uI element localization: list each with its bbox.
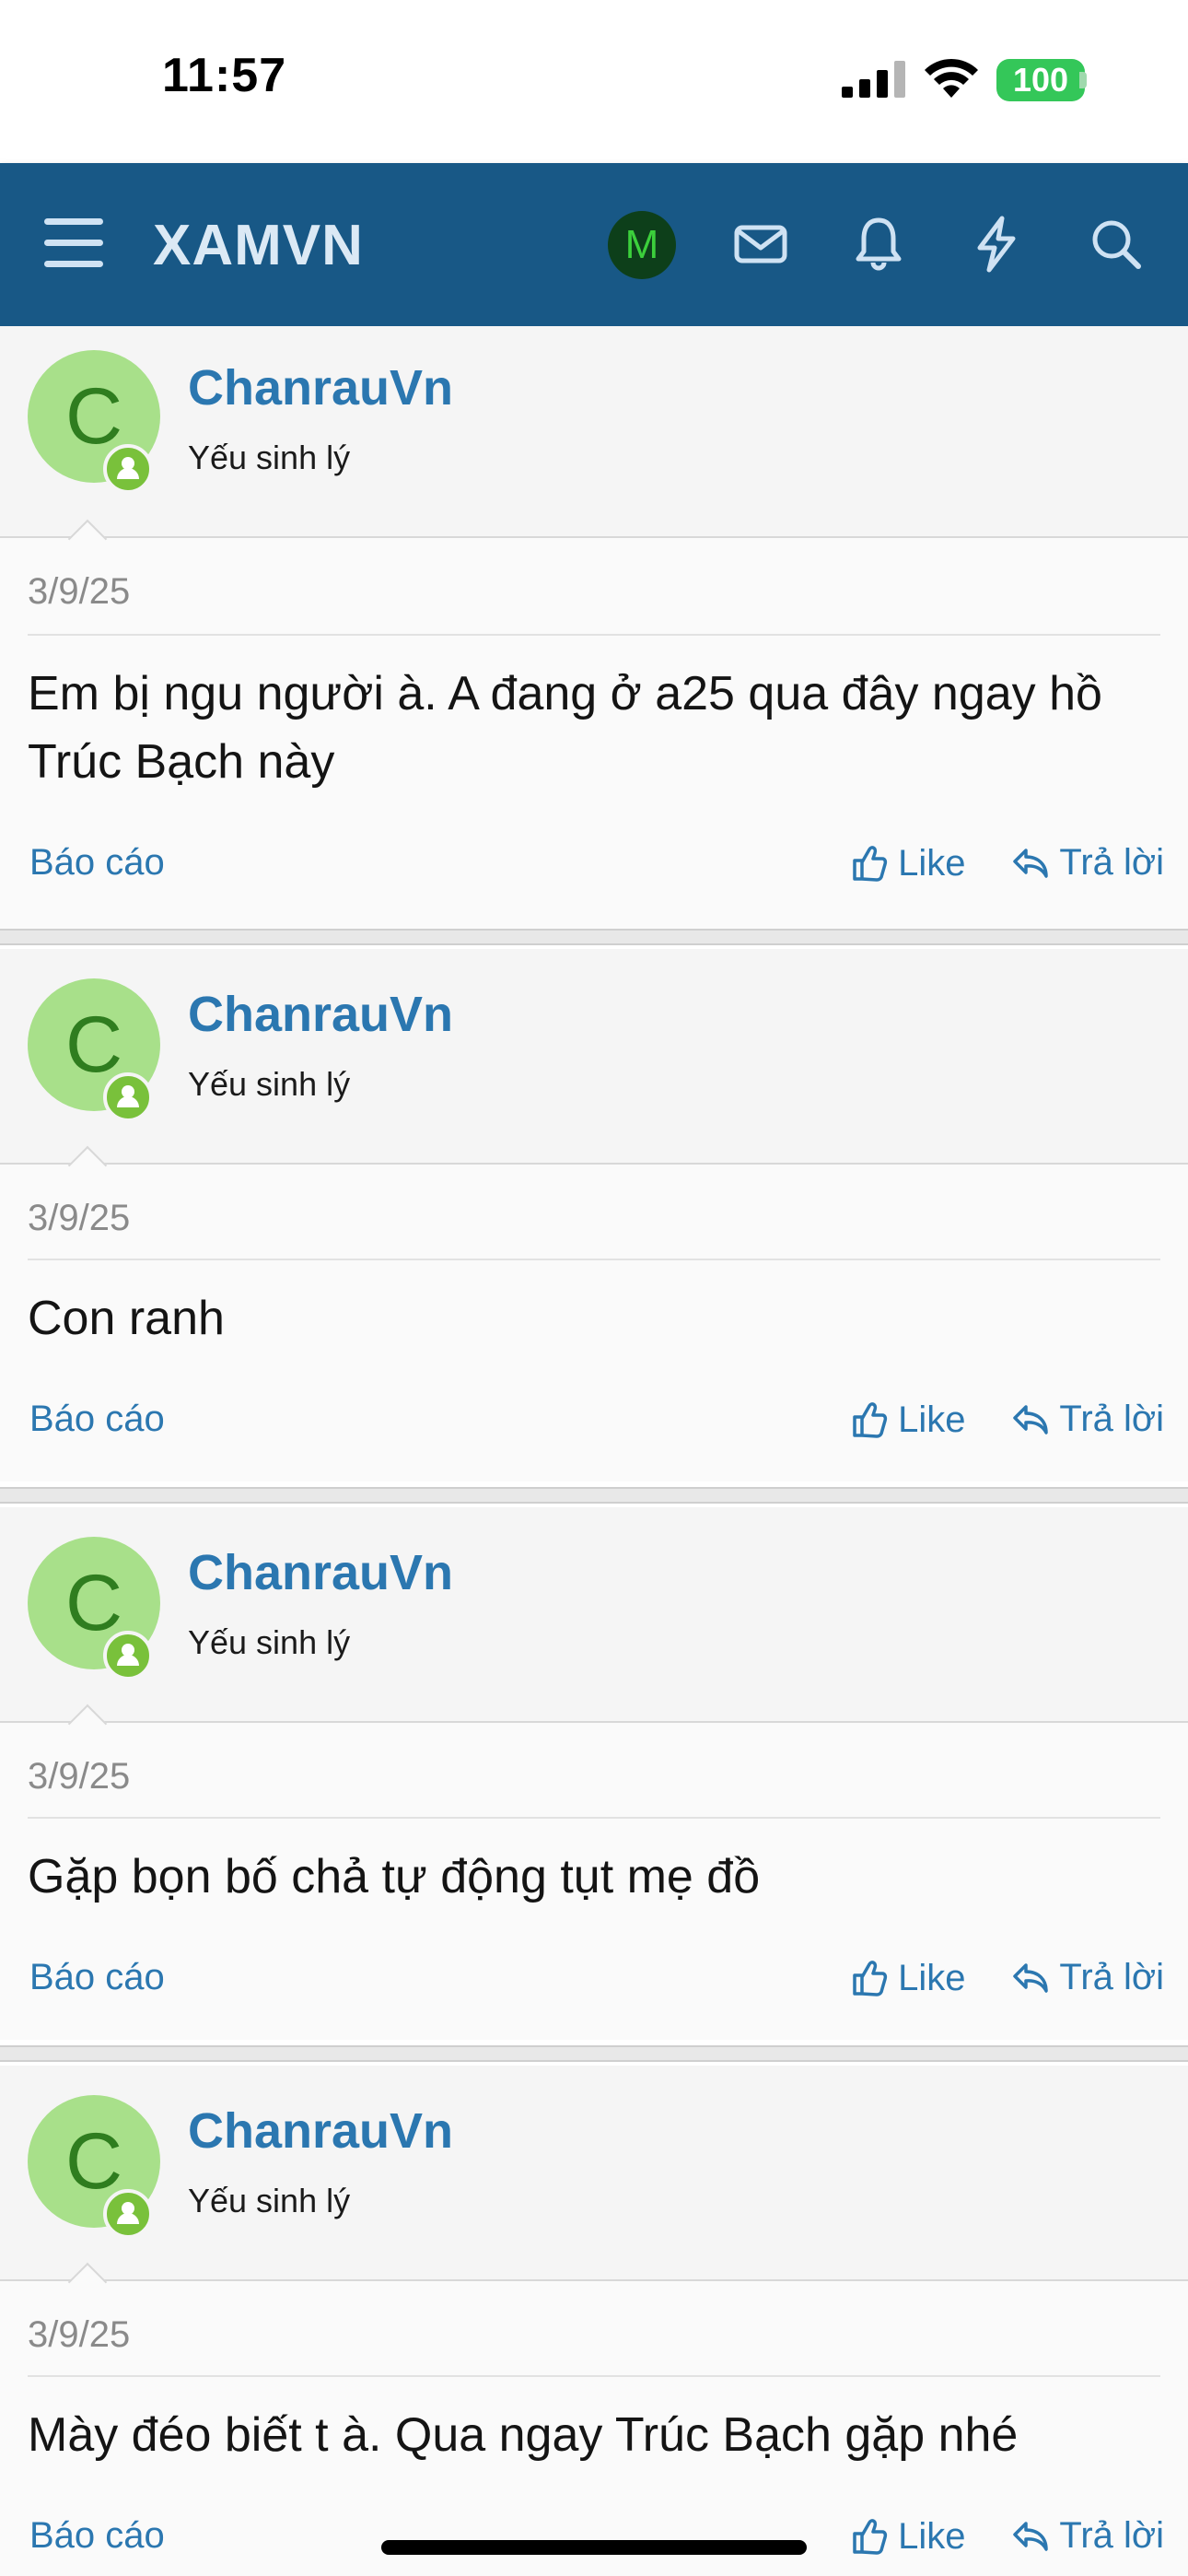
username[interactable]: ChanrauVn — [188, 986, 453, 1043]
like-button[interactable]: Like — [851, 1957, 966, 1999]
like-button[interactable]: Like — [851, 842, 966, 884]
reply-label: Trả lời — [1059, 1957, 1165, 1997]
battery-tip — [1079, 72, 1087, 88]
user-title: Yếu sinh lý — [188, 439, 351, 476]
post-header: C ChanrauVn Yếu sinh lý — [0, 2066, 1188, 2281]
username[interactable]: ChanrauVn — [188, 1544, 453, 1601]
reply-button[interactable]: Trả lời — [1011, 2515, 1164, 2557]
divider — [28, 1259, 1160, 1260]
post: C ChanrauVn Yếu sinh lý 3/9/25 Gặp bọn b… — [0, 1507, 1188, 2040]
reply-button[interactable]: Trả lời — [1011, 1399, 1164, 1440]
report-link[interactable]: Báo cáo — [29, 2515, 165, 2557]
post-date[interactable]: 3/9/25 — [28, 1198, 130, 1239]
divider — [28, 634, 1160, 636]
post-separator — [0, 1487, 1188, 1504]
post: C ChanrauVn Yếu sinh lý 3/9/25 Mày đéo b… — [0, 2066, 1188, 2576]
member-badge-icon — [103, 2189, 153, 2239]
wifi-icon — [925, 58, 978, 98]
member-badge-icon — [103, 444, 153, 494]
post-date[interactable]: 3/9/25 — [28, 571, 130, 613]
username[interactable]: ChanrauVn — [188, 359, 453, 416]
like-button[interactable]: Like — [851, 2515, 966, 2558]
post-message: Con ranh — [28, 1292, 225, 1345]
battery-indicator: 100 — [996, 59, 1085, 101]
reply-icon — [1013, 849, 1048, 878]
thumbs-up-icon — [853, 1961, 888, 1996]
post-body: 3/9/25 Con ranh Báo cáo Like Trả lời — [0, 1165, 1188, 1481]
like-label: Like — [898, 1958, 966, 1998]
reply-button[interactable]: Trả lời — [1011, 1957, 1164, 1998]
thumbs-up-icon — [853, 1402, 888, 1438]
reply-icon — [1013, 1963, 1048, 1993]
bell-icon[interactable] — [849, 215, 908, 274]
status-bar: 11:57 100 — [0, 0, 1188, 163]
post-date[interactable]: 3/9/25 — [28, 1756, 130, 1797]
home-indicator[interactable] — [381, 2540, 807, 2555]
lightning-icon[interactable] — [967, 215, 1026, 274]
top-navbar: XAMVN M — [0, 163, 1188, 326]
username[interactable]: ChanrauVn — [188, 2102, 453, 2160]
divider — [0, 1721, 1188, 1723]
search-icon[interactable] — [1087, 215, 1146, 274]
like-label: Like — [898, 1399, 966, 1440]
member-badge-icon — [103, 1072, 153, 1122]
post-message: Em bị ngu người à. A đang ở a25 qua đây … — [28, 667, 1102, 789]
report-link[interactable]: Báo cáo — [29, 1957, 165, 1998]
post-header: C ChanrauVn Yếu sinh lý — [0, 949, 1188, 1165]
post: C ChanrauVn Yếu sinh lý 3/9/25 Em bị ngu… — [0, 326, 1188, 934]
post-header: C ChanrauVn Yếu sinh lý — [0, 1507, 1188, 1723]
post-body: 3/9/25 Mày đéo biết t à. Qua ngay Trúc B… — [0, 2281, 1188, 2576]
reply-button[interactable]: Trả lời — [1011, 842, 1164, 884]
reply-icon — [1013, 2522, 1048, 2551]
user-title: Yếu sinh lý — [188, 1623, 351, 1661]
site-logo[interactable]: XAMVN — [153, 213, 364, 278]
user-title: Yếu sinh lý — [188, 1065, 351, 1103]
report-link[interactable]: Báo cáo — [29, 842, 165, 884]
post-separator — [0, 2045, 1188, 2062]
cellular-signal-icon — [842, 61, 905, 98]
post-header: C ChanrauVn Yếu sinh lý — [0, 326, 1188, 538]
like-button[interactable]: Like — [851, 1399, 966, 1441]
member-badge-icon — [103, 1631, 153, 1680]
like-label: Like — [898, 2516, 966, 2557]
like-label: Like — [898, 843, 966, 884]
post-date[interactable]: 3/9/25 — [28, 2314, 130, 2356]
thumbs-up-icon — [853, 2519, 888, 2555]
post: C ChanrauVn Yếu sinh lý 3/9/25 Con ranh … — [0, 949, 1188, 1481]
reply-icon — [1013, 1405, 1048, 1434]
reply-label: Trả lời — [1059, 1399, 1165, 1439]
post-message: Gặp bọn bố chả tự động tụt mẹ đồ — [28, 1850, 761, 1903]
menu-icon[interactable] — [44, 218, 105, 268]
divider — [28, 2375, 1160, 2377]
post-separator — [0, 929, 1188, 945]
inbox-icon[interactable] — [731, 215, 790, 274]
user-avatar[interactable]: M — [608, 211, 676, 279]
divider — [0, 2279, 1188, 2281]
post-body: 3/9/25 Gặp bọn bố chả tự động tụt mẹ đồ … — [0, 1723, 1188, 2040]
divider — [0, 1163, 1188, 1165]
report-link[interactable]: Báo cáo — [29, 1399, 165, 1440]
divider — [28, 1817, 1160, 1819]
user-title: Yếu sinh lý — [188, 2182, 351, 2219]
post-body: 3/9/25 Em bị ngu người à. A đang ở a25 q… — [0, 538, 1188, 934]
thumbs-up-icon — [853, 846, 888, 882]
status-time: 11:57 — [162, 49, 287, 102]
reply-label: Trả lời — [1059, 2515, 1165, 2556]
divider — [0, 536, 1188, 538]
post-message: Mày đéo biết t à. Qua ngay Trúc Bạch gặp… — [28, 2408, 1019, 2462]
reply-label: Trả lời — [1059, 842, 1165, 883]
